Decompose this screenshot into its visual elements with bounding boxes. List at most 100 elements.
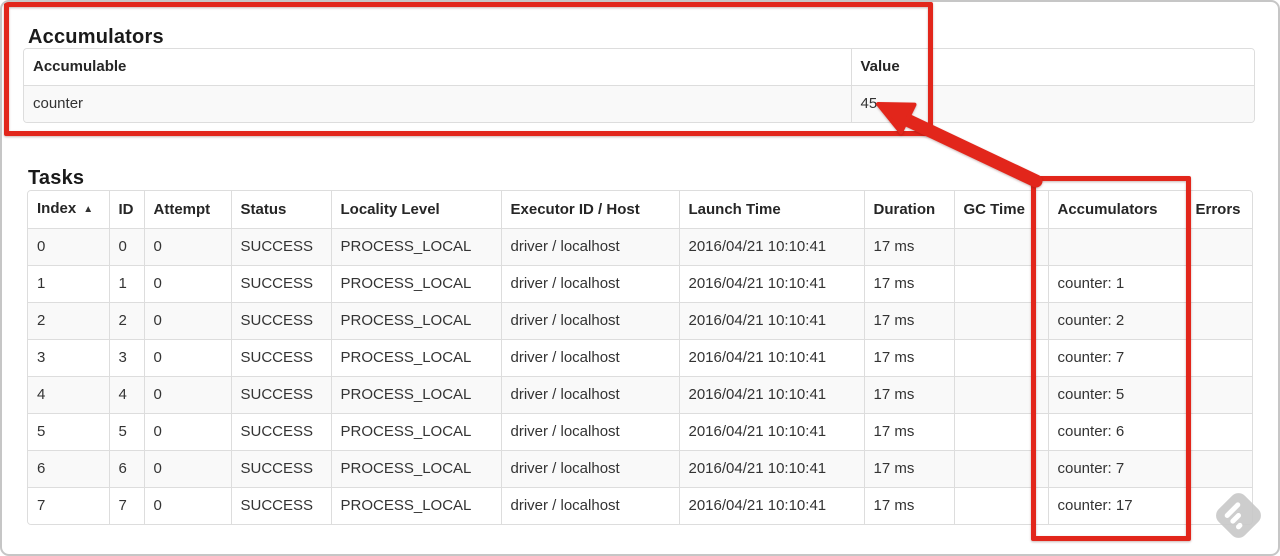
task-errors-cell (1185, 376, 1252, 414)
col-header-executor-id-host[interactable]: Executor ID / Host (500, 191, 679, 229)
task-index-cell: 7 (28, 487, 109, 524)
col-header-value[interactable]: Value (850, 49, 1254, 86)
col-header-attempt[interactable]: Attempt (143, 191, 231, 229)
feedly-badge-stripe (1235, 521, 1244, 530)
task-duration-cell: 17 ms (863, 339, 954, 377)
task-accumulators-cell: counter: 7 (1047, 339, 1186, 377)
task-locality-cell: PROCESS_LOCAL (330, 265, 501, 303)
task-launch-time-cell: 2016/04/21 10:10:41 (678, 376, 864, 414)
task-index-cell: 4 (28, 376, 109, 414)
task-locality-cell: PROCESS_LOCAL (330, 302, 501, 340)
task-errors-cell (1185, 413, 1252, 451)
table-row: 6 6 0 SUCCESS PROCESS_LOCAL driver / loc… (28, 450, 1252, 488)
task-executor-cell: driver / localhost (500, 302, 679, 340)
table-header-row: Index ▲ ID Attempt Status Locality Level … (28, 191, 1252, 229)
tasks-table: Index ▲ ID Attempt Status Locality Level … (27, 190, 1253, 525)
task-id-cell: 0 (108, 228, 144, 266)
accumulable-name-cell: counter (24, 85, 851, 122)
task-accumulators-cell: counter: 7 (1047, 450, 1186, 488)
table-header-row: Accumulable Value (24, 49, 1254, 86)
task-status-cell: SUCCESS (230, 413, 331, 451)
task-locality-cell: PROCESS_LOCAL (330, 413, 501, 451)
task-accumulators-cell: counter: 2 (1047, 302, 1186, 340)
task-id-cell: 7 (108, 487, 144, 524)
table-row: 2 2 0 SUCCESS PROCESS_LOCAL driver / loc… (28, 302, 1252, 340)
task-accumulators-cell: counter: 5 (1047, 376, 1186, 414)
col-header-duration[interactable]: Duration (863, 191, 954, 229)
task-executor-cell: driver / localhost (500, 228, 679, 266)
task-status-cell: SUCCESS (230, 228, 331, 266)
task-executor-cell: driver / localhost (500, 487, 679, 524)
table-row: 1 1 0 SUCCESS PROCESS_LOCAL driver / loc… (28, 265, 1252, 303)
task-index-cell: 1 (28, 265, 109, 303)
task-index-cell: 0 (28, 228, 109, 266)
task-attempt-cell: 0 (143, 487, 231, 524)
task-errors-cell (1185, 339, 1252, 377)
task-id-cell: 5 (108, 413, 144, 451)
task-launch-time-cell: 2016/04/21 10:10:41 (678, 228, 864, 266)
task-index-cell: 6 (28, 450, 109, 488)
col-header-status[interactable]: Status (230, 191, 331, 229)
task-status-cell: SUCCESS (230, 450, 331, 488)
task-executor-cell: driver / localhost (500, 265, 679, 303)
col-header-launch-time[interactable]: Launch Time (678, 191, 864, 229)
task-launch-time-cell: 2016/04/21 10:10:41 (678, 265, 864, 303)
task-gc-time-cell (953, 265, 1048, 303)
accumulators-section-title: Accumulators (28, 25, 164, 48)
task-index-cell: 5 (28, 413, 109, 451)
task-gc-time-cell (953, 450, 1048, 488)
col-header-index-label: Index (37, 200, 77, 217)
task-gc-time-cell (953, 413, 1048, 451)
task-executor-cell: driver / localhost (500, 339, 679, 377)
task-attempt-cell: 0 (143, 376, 231, 414)
task-attempt-cell: 0 (143, 450, 231, 488)
task-gc-time-cell (953, 228, 1048, 266)
task-attempt-cell: 0 (143, 302, 231, 340)
task-launch-time-cell: 2016/04/21 10:10:41 (678, 339, 864, 377)
task-duration-cell: 17 ms (863, 265, 954, 303)
table-row: 0 0 0 SUCCESS PROCESS_LOCAL driver / loc… (28, 228, 1252, 266)
task-errors-cell (1185, 228, 1252, 266)
task-locality-cell: PROCESS_LOCAL (330, 450, 501, 488)
task-attempt-cell: 0 (143, 265, 231, 303)
task-attempt-cell: 0 (143, 413, 231, 451)
task-accumulators-cell (1047, 228, 1186, 266)
task-launch-time-cell: 2016/04/21 10:10:41 (678, 487, 864, 524)
task-duration-cell: 17 ms (863, 413, 954, 451)
task-duration-cell: 17 ms (863, 228, 954, 266)
task-gc-time-cell (953, 302, 1048, 340)
table-row: 5 5 0 SUCCESS PROCESS_LOCAL driver / loc… (28, 413, 1252, 451)
col-header-locality-level[interactable]: Locality Level (330, 191, 501, 229)
task-status-cell: SUCCESS (230, 487, 331, 524)
table-row: 4 4 0 SUCCESS PROCESS_LOCAL driver / loc… (28, 376, 1252, 414)
table-row: counter 45 (24, 85, 1254, 122)
task-locality-cell: PROCESS_LOCAL (330, 487, 501, 524)
task-gc-time-cell (953, 376, 1048, 414)
col-header-id[interactable]: ID (108, 191, 144, 229)
task-gc-time-cell (953, 339, 1048, 377)
task-duration-cell: 17 ms (863, 302, 954, 340)
accumulators-table: Accumulable Value counter 45 (23, 48, 1255, 123)
accumulable-value-cell: 45 (850, 85, 1254, 122)
table-row: 7 7 0 SUCCESS PROCESS_LOCAL driver / loc… (28, 487, 1252, 524)
task-errors-cell (1185, 302, 1252, 340)
task-index-cell: 3 (28, 339, 109, 377)
col-header-gc-time[interactable]: GC Time (953, 191, 1048, 229)
task-accumulators-cell: counter: 6 (1047, 413, 1186, 451)
col-header-accumulators[interactable]: Accumulators (1047, 191, 1186, 229)
task-executor-cell: driver / localhost (500, 376, 679, 414)
col-header-accumulable[interactable]: Accumulable (24, 49, 851, 86)
task-errors-cell (1185, 450, 1252, 488)
sort-ascending-icon: ▲ (83, 204, 94, 215)
task-duration-cell: 17 ms (863, 450, 954, 488)
task-status-cell: SUCCESS (230, 339, 331, 377)
col-header-errors[interactable]: Errors (1185, 191, 1252, 229)
task-locality-cell: PROCESS_LOCAL (330, 339, 501, 377)
task-id-cell: 1 (108, 265, 144, 303)
table-row: 3 3 0 SUCCESS PROCESS_LOCAL driver / loc… (28, 339, 1252, 377)
task-locality-cell: PROCESS_LOCAL (330, 228, 501, 266)
task-accumulators-cell: counter: 17 (1047, 487, 1186, 524)
task-id-cell: 4 (108, 376, 144, 414)
col-header-index[interactable]: Index ▲ (28, 191, 109, 229)
task-status-cell: SUCCESS (230, 265, 331, 303)
